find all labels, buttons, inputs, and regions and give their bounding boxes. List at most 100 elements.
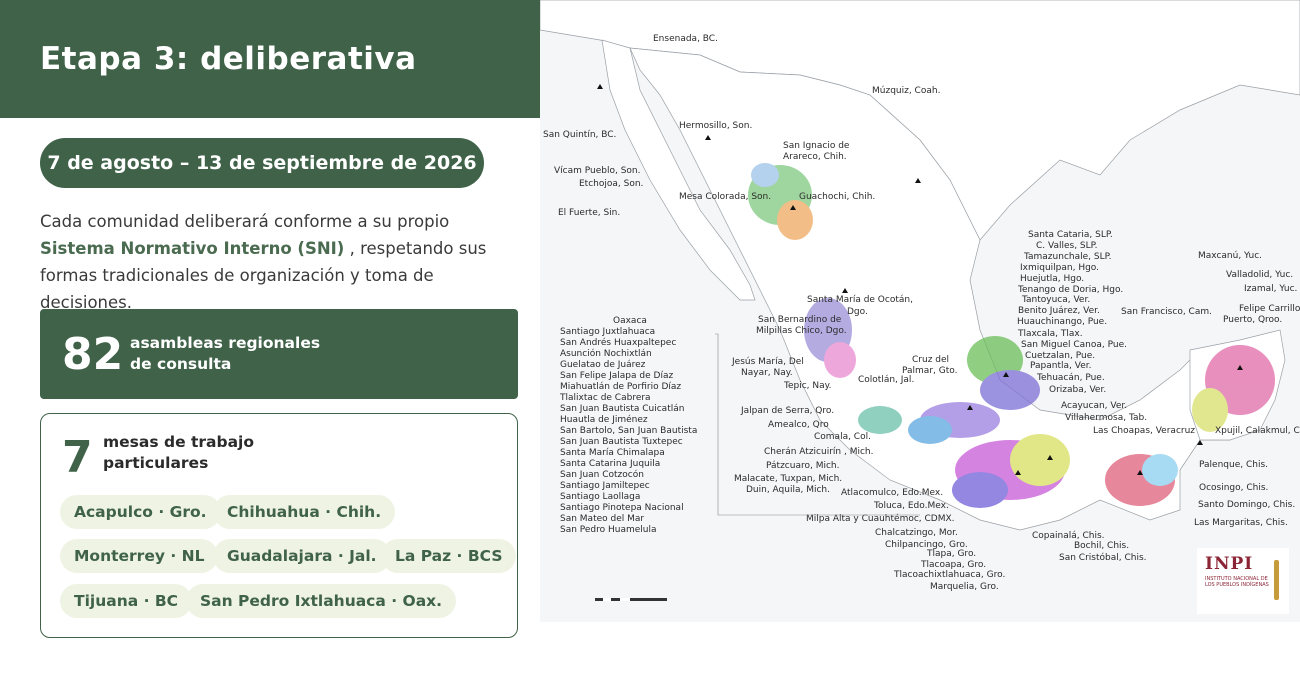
map-label: Santiago Juxtlahuaca (560, 327, 655, 337)
inpi-logo-text: INPI (1205, 554, 1254, 574)
map-label: Santa Catarina Juquila (560, 459, 660, 469)
map-label: Tepic, Nay. (783, 381, 832, 391)
city-chip-monterrey: Monterrey · NL (60, 539, 219, 573)
map-label: Oaxaca (613, 316, 647, 326)
map-label: Tenango de Doria, Hgo. (1017, 285, 1123, 295)
map-canvas: Ensenada, BC. San Quintín, BC. Hermosill… (540, 0, 1300, 601)
map-label: Santa Cataria, SLP. (1028, 230, 1113, 240)
map-label: San Miguel Canoa, Pue. (1021, 340, 1127, 350)
map-label: Santiago Jamiltepec (560, 481, 650, 491)
map-label: Toluca, Edo.Mex. (873, 501, 949, 511)
map-region-centro-2 (908, 416, 952, 444)
assemblies-label-line2: de consulta (130, 355, 232, 373)
map-label: Atlacomulco, Edo.Mex. (841, 488, 943, 498)
map-label: Miahuatlán de Porfirio Díaz (560, 382, 681, 392)
map-label: Palenque, Chis. (1199, 460, 1268, 470)
description-text: Cada comunidad deliberará conforme a su … (40, 208, 510, 316)
map-region-sierra-tarahumara-3 (751, 163, 779, 187)
map-label: Huauchinango, Pue. (1017, 317, 1107, 327)
map-label: San Cristóbal, Chis. (1059, 552, 1147, 563)
map-label: Comala, Col. (814, 432, 871, 442)
map-label: Huautla de Jiménez (560, 414, 648, 425)
map-label: Duin, Aquila, Mich. (746, 485, 830, 495)
map-label: Tehuacán, Pue. (1036, 373, 1105, 383)
map-label: Arareco, Chih. (783, 152, 847, 162)
map-marker (597, 84, 603, 89)
map-label: Tantoyuca, Ver. (1021, 295, 1090, 305)
map-label: Cruz del (912, 355, 949, 365)
map-label: San Juan Bautista Cuicatlán (560, 404, 684, 414)
map-label: Valladolid, Yuc. (1226, 270, 1293, 280)
map-label: Mesa Colorada, Son. (679, 192, 771, 202)
map-label: Villahermosa, Tab. (1065, 413, 1147, 423)
map-label: San Bernardino de (758, 315, 842, 325)
city-chip-tijuana: Tijuana · BC (60, 584, 193, 618)
map-label: Santa María de Ocotán, (807, 295, 913, 305)
city-chip-chihuahua: Chihuahua · Chih. (213, 495, 396, 529)
city-chip-la-paz: La Paz · BCS (381, 539, 517, 573)
map-label: San Francisco, Cam. (1121, 307, 1212, 317)
map-label: Tlacoachixtlahuaca, Gro. (893, 570, 1005, 580)
map-label: Dgo. (847, 307, 868, 317)
map-label: Jesús María, Del (731, 357, 804, 367)
work-tables-label: mesas de trabajo particulares (103, 432, 303, 474)
map-label: Marquelia, Gro. (930, 582, 999, 592)
map-label: San Juan Bautista Tuxtepec (560, 437, 683, 447)
map-region-michoacan (858, 406, 902, 434)
date-range-badge: 7 de agosto – 13 de septiembre de 2026 (40, 138, 484, 188)
map-label: Guachochi, Chih. (799, 192, 875, 202)
map-label: C. Valles, SLP. (1036, 241, 1098, 251)
map-label: Acayucan, Ver. (1061, 401, 1127, 411)
map-label: Maxcanú, Yuc. (1198, 251, 1262, 261)
map-label: Copainalá, Chis. (1032, 531, 1105, 541)
map-region-chiapas-2 (1142, 454, 1178, 486)
map-label: Pátzcuaro, Mich. (766, 461, 839, 471)
map-label: Santiago Pinotepa Nacional (560, 503, 684, 513)
assemblies-label: asambleas regionales de consulta (130, 333, 330, 375)
map-label: San Ignacio de (783, 141, 850, 151)
assemblies-stat-card: 82 asambleas regionales de consulta (40, 309, 518, 399)
map-label: Chalcatzingo, Mor. (875, 528, 958, 538)
mexico-map: Ensenada, BC. San Quintín, BC. Hermosill… (540, 0, 1300, 622)
map-label: Las Choapas, Veracruz (1093, 426, 1195, 436)
map-label: Huejutla, Hgo. (1020, 274, 1084, 284)
description-part1: Cada comunidad deliberará conforme a su … (40, 212, 450, 231)
map-label: San Mateo del Mar (560, 514, 644, 524)
header-banner: Etapa 3: deliberativa (0, 0, 540, 118)
map-label: Puerto, Qroo. (1223, 315, 1282, 325)
map-region-huasteca-2 (980, 370, 1040, 410)
map-label: San Bartolo, San Juan Bautista (560, 426, 697, 436)
city-chip-acapulco: Acapulco · Gro. (60, 495, 221, 529)
map-label: San Quintín, BC. (543, 130, 616, 140)
map-label: Tlacoapa, Gro. (920, 560, 986, 570)
map-region-gran-nayar-2 (824, 342, 856, 378)
map-region-sierra-tarahumara-2 (777, 200, 813, 240)
map-label: Colotlán, Jal. (858, 375, 914, 385)
map-label: Santo Domingo, Chis. (1198, 500, 1295, 510)
map-label: Vícam Pueblo, Son. (554, 166, 640, 176)
map-region-oaxaca-2 (1010, 434, 1070, 486)
map-label: San Juan Cotzocón (560, 469, 644, 480)
map-label: Papantla, Ver. (1030, 361, 1091, 371)
map-label: Benito Juárez, Ver. (1018, 306, 1100, 316)
map-label: Asunción Nochixtlán (560, 348, 652, 359)
map-label: El Fuerte, Sin. (558, 208, 620, 218)
map-label: Cherán Atzicuirín , Mich. (764, 447, 873, 457)
map-label: Tlapa, Gro. (926, 549, 976, 559)
map-label: Orizaba, Ver. (1049, 385, 1106, 395)
map-label: San Pedro Huamelula (560, 525, 657, 535)
map-label: San Felipe Jalapa de Díaz (560, 371, 673, 381)
map-label: Las Margaritas, Chis. (1194, 518, 1288, 528)
map-label: Ixmiquilpan, Hgo. (1020, 263, 1099, 273)
map-label: Cuetzalan, Pue. (1025, 351, 1095, 361)
inpi-logo-subtitle: INSTITUTO NACIONAL DE LOS PUEBLOS INDÍGE… (1205, 576, 1269, 588)
map-label: Xpujil, Calakmul, Cam. (1215, 426, 1300, 436)
assemblies-label-line1: asambleas regionales (130, 334, 321, 352)
city-chip-san-pedro-ixtlahuaca: San Pedro Ixtlahuaca · Oax. (186, 584, 457, 618)
map-label: Hermosillo, Son. (679, 121, 752, 131)
work-tables-card: 7 mesas de trabajo particulares Acapulco… (40, 413, 518, 638)
description-highlight: Sistema Normativo Interno (SNI) (40, 239, 345, 258)
work-tables-label-line2: particulares (103, 454, 209, 472)
map-label: Santa María Chimalapa (560, 448, 665, 458)
map-label: Jalpan de Serra, Qro. (740, 406, 834, 416)
